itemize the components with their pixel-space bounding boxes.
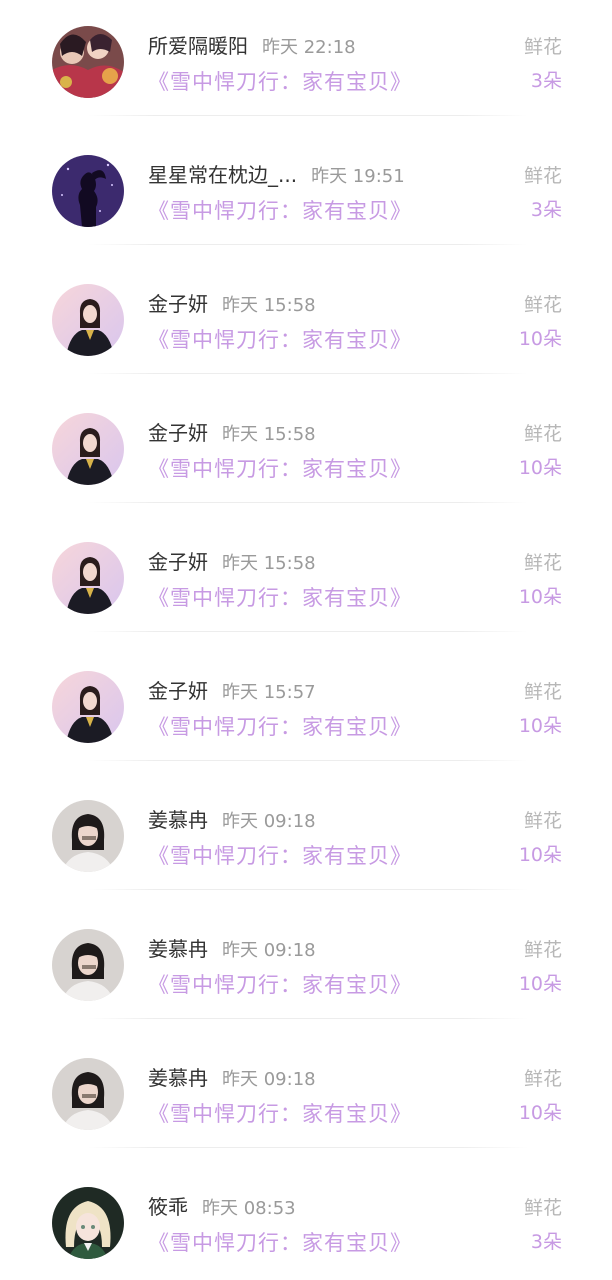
anime-blonde-avatar[interactable] (52, 1187, 124, 1259)
book-title-link[interactable]: 《雪中悍刀行：家有宝贝》 (148, 324, 412, 354)
book-title-link[interactable]: 《雪中悍刀行：家有宝贝》 (148, 969, 412, 999)
row-divider (88, 1147, 528, 1148)
gift-count: 10朵 (518, 973, 562, 995)
girl-gray-avatar[interactable] (52, 929, 124, 1001)
silhouette-night-avatar[interactable] (52, 155, 124, 227)
girl-gray-avatar[interactable] (52, 800, 124, 872)
sender-name[interactable]: 星星常在枕边_... 昨天 19:51 (148, 159, 405, 188)
sender-name[interactable]: 金子妍 昨天 15:58 (148, 417, 316, 446)
gift-record-row[interactable]: 筱乖 昨天 08:53 《雪中悍刀行：家有宝贝》 鲜花 3朵 (0, 1161, 612, 1280)
gift-type-label: 鲜花 (523, 939, 562, 961)
send-time: 昨天 15:58 (222, 424, 316, 445)
gift-record-row[interactable]: 姜慕冉 昨天 09:18 《雪中悍刀行：家有宝贝》 鲜花 10朵 (0, 1032, 612, 1161)
sender-name[interactable]: 所爱隔暖阳 昨天 22:18 (148, 30, 356, 59)
send-time: 昨天 09:18 (222, 811, 316, 832)
book-title-link[interactable]: 《雪中悍刀行：家有宝贝》 (148, 582, 412, 612)
book-title-link[interactable]: 《雪中悍刀行：家有宝贝》 (148, 453, 412, 483)
send-time: 昨天 09:18 (222, 1069, 316, 1090)
gift-type-label: 鲜花 (523, 552, 562, 574)
sender-name[interactable]: 金子妍 昨天 15:58 (148, 288, 316, 317)
row-divider (88, 631, 528, 632)
book-title-link[interactable]: 《雪中悍刀行：家有宝贝》 (148, 1227, 412, 1257)
gift-count: 3朵 (530, 1231, 562, 1253)
sender-name[interactable]: 姜慕冉 昨天 09:18 (148, 1062, 316, 1091)
girl-pink-avatar[interactable] (52, 284, 124, 356)
book-title-link[interactable]: 《雪中悍刀行：家有宝贝》 (148, 66, 412, 96)
book-title-link[interactable]: 《雪中悍刀行：家有宝贝》 (148, 1098, 412, 1128)
sender-name[interactable]: 金子妍 昨天 15:58 (148, 546, 316, 575)
gift-type-label: 鲜花 (523, 165, 562, 187)
gift-count: 10朵 (518, 715, 562, 737)
girl-pink-avatar[interactable] (52, 542, 124, 614)
gift-type-label: 鲜花 (523, 294, 562, 316)
send-time: 昨天 09:18 (222, 940, 316, 961)
gift-type-label: 鲜花 (523, 810, 562, 832)
gift-type-label: 鲜花 (523, 1068, 562, 1090)
gift-type-label: 鲜花 (523, 681, 562, 703)
send-time: 昨天 15:58 (222, 295, 316, 316)
send-time: 昨天 19:51 (311, 166, 405, 187)
row-divider (88, 115, 528, 116)
send-time: 昨天 08:53 (202, 1198, 296, 1219)
girl-pink-avatar[interactable] (52, 413, 124, 485)
gift-count: 10朵 (518, 844, 562, 866)
gift-count: 10朵 (518, 457, 562, 479)
gift-record-row[interactable]: 金子妍 昨天 15:58 《雪中悍刀行：家有宝贝》 鲜花 10朵 (0, 387, 612, 516)
sender-name[interactable]: 姜慕冉 昨天 09:18 (148, 804, 316, 833)
gift-count: 3朵 (530, 199, 562, 221)
gift-count: 10朵 (518, 586, 562, 608)
gift-record-row[interactable]: 金子妍 昨天 15:58 《雪中悍刀行：家有宝贝》 鲜花 10朵 (0, 516, 612, 645)
gift-record-row[interactable]: 金子妍 昨天 15:58 《雪中悍刀行：家有宝贝》 鲜花 10朵 (0, 258, 612, 387)
gift-type-label: 鲜花 (523, 423, 562, 445)
gift-type-label: 鲜花 (523, 36, 562, 58)
gift-record-row[interactable]: 所爱隔暖阳 昨天 22:18 《雪中悍刀行：家有宝贝》 鲜花 3朵 (0, 0, 612, 129)
gift-record-row[interactable]: 金子妍 昨天 15:57 《雪中悍刀行：家有宝贝》 鲜花 10朵 (0, 645, 612, 774)
gift-record-row[interactable]: 星星常在枕边_... 昨天 19:51 《雪中悍刀行：家有宝贝》 鲜花 3朵 (0, 129, 612, 258)
gift-count: 10朵 (518, 1102, 562, 1124)
send-time: 昨天 15:58 (222, 553, 316, 574)
row-divider (88, 1018, 528, 1019)
book-title-link[interactable]: 《雪中悍刀行：家有宝贝》 (148, 195, 412, 225)
sender-name[interactable]: 姜慕冉 昨天 09:18 (148, 933, 316, 962)
gift-count: 10朵 (518, 328, 562, 350)
row-divider (88, 889, 528, 890)
row-divider (88, 502, 528, 503)
row-divider (88, 244, 528, 245)
gift-type-label: 鲜花 (523, 1197, 562, 1219)
book-title-link[interactable]: 《雪中悍刀行：家有宝贝》 (148, 711, 412, 741)
gift-record-list: 所爱隔暖阳 昨天 22:18 《雪中悍刀行：家有宝贝》 鲜花 3朵 星星常在枕边_… (0, 0, 612, 1280)
row-divider (88, 373, 528, 374)
anime-group-avatar[interactable] (52, 26, 124, 98)
row-divider (88, 760, 528, 761)
sender-name[interactable]: 金子妍 昨天 15:57 (148, 675, 316, 704)
gift-record-row[interactable]: 姜慕冉 昨天 09:18 《雪中悍刀行：家有宝贝》 鲜花 10朵 (0, 774, 612, 903)
girl-gray-avatar[interactable] (52, 1058, 124, 1130)
gift-record-row[interactable]: 姜慕冉 昨天 09:18 《雪中悍刀行：家有宝贝》 鲜花 10朵 (0, 903, 612, 1032)
girl-pink-avatar[interactable] (52, 671, 124, 743)
book-title-link[interactable]: 《雪中悍刀行：家有宝贝》 (148, 840, 412, 870)
sender-name[interactable]: 筱乖 昨天 08:53 (148, 1191, 296, 1220)
send-time: 昨天 15:57 (222, 682, 316, 703)
send-time: 昨天 22:18 (262, 37, 356, 58)
gift-count: 3朵 (530, 70, 562, 92)
